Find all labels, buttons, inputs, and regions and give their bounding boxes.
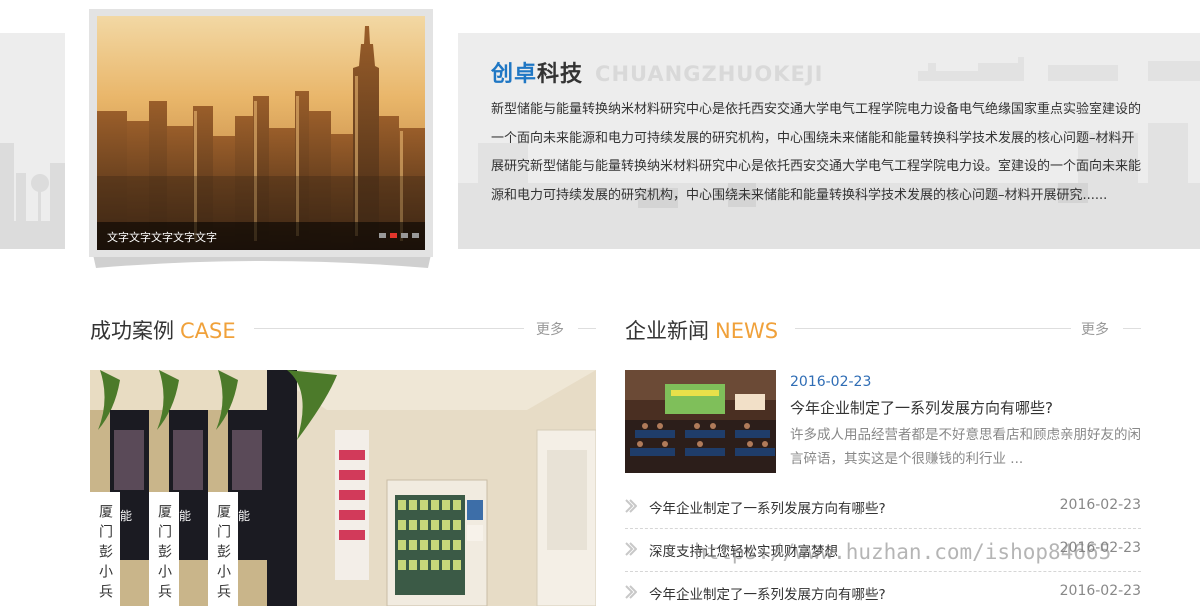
case-header-divider-end [578, 328, 596, 329]
featured-news-image[interactable] [625, 370, 776, 473]
news-list-item[interactable]: 今年企业制定了一系列发展方向有哪些? 2016-02-23 [625, 487, 1141, 529]
case-section-header: 成功案例 CASE 更多 [90, 315, 596, 345]
store-interior-photo [267, 370, 596, 606]
brand-name-part1: 创卓 [491, 62, 538, 87]
chevron-right-icon [625, 542, 637, 556]
banner-background-left [0, 33, 65, 249]
company-brand: 创卓科技 CHUANGZHUOKEJI [491, 56, 823, 88]
svg-text:能: 能 [179, 509, 191, 523]
featured-news-date: 2016-02-23 [790, 374, 872, 390]
slider-dot[interactable] [379, 233, 386, 238]
chevron-right-icon [625, 585, 637, 599]
brand-name-cn: 创卓科技 [491, 56, 583, 88]
chevron-right-icon [625, 499, 637, 513]
news-list-item[interactable]: 今年企业制定了一系列发展方向有哪些? 2016-02-23 [625, 573, 1141, 606]
featured-news-title[interactable]: 今年企业制定了一系列发展方向有哪些? [790, 397, 1053, 418]
case-strip[interactable]: 能 厦门彭小兵 [208, 370, 267, 606]
case-header-divider [254, 328, 524, 329]
about-text: 新型储能与能量转换纳米材料研究中心是依托西安交通大学电气工程学院电力设备电气绝缘… [491, 102, 1142, 203]
banner-slider[interactable]: 文字文字文字文字文字 [97, 16, 425, 250]
news-header-divider-end [1123, 328, 1141, 329]
case-strip-label: 厦门彭小兵 [149, 492, 179, 606]
case-title-cn: 成功案例 [90, 319, 174, 343]
svg-text:能: 能 [120, 509, 132, 523]
news-title-cn: 企业新闻 [625, 319, 709, 343]
slider-caption: 文字文字文字文字文字 [107, 231, 217, 244]
case-gallery: 能 厦门彭小兵 能 厦门彭小兵 能 厦门彭小兵 [90, 370, 596, 606]
skyline-illustration-left [0, 143, 65, 249]
slider-dot[interactable] [401, 233, 408, 238]
slider-pagination [379, 233, 419, 238]
case-more-link[interactable]: 更多 [536, 319, 564, 339]
slider-dot-active[interactable] [390, 233, 397, 238]
news-item-date: 2016-02-23 [1059, 497, 1141, 513]
news-section-title: 企业新闻 NEWS [625, 315, 778, 345]
case-strip[interactable]: 能 厦门彭小兵 [90, 370, 149, 606]
news-title-en: NEWS [715, 319, 779, 343]
conference-photo [625, 370, 776, 473]
case-main-photo[interactable] [267, 370, 596, 606]
case-title-en: CASE [180, 319, 236, 343]
brand-name-part2: 科技 [537, 62, 584, 87]
news-item-title: 今年企业制定了一系列发展方向有哪些? [649, 501, 886, 517]
svg-text:能: 能 [238, 509, 250, 523]
news-section-header: 企业新闻 NEWS 更多 [625, 315, 1141, 345]
slider-dot[interactable] [412, 233, 419, 238]
watermark-text: https://www.huzhan.com/ishop84665 [694, 540, 1112, 564]
news-header-divider [795, 328, 1071, 329]
slider-caption-bar: 文字文字文字文字文字 [97, 222, 425, 250]
case-section-title: 成功案例 CASE [90, 315, 236, 345]
news-item-title: 今年企业制定了一系列发展方向有哪些? [649, 587, 886, 603]
news-item-date: 2016-02-23 [1059, 583, 1141, 599]
case-strip[interactable]: 能 厦门彭小兵 [149, 370, 208, 606]
case-strip-label: 厦门彭小兵 [208, 492, 238, 606]
city-skyline-photo [97, 16, 425, 250]
featured-news-summary: 许多成人用品经营者都是不好意思看店和顾虑亲朋好友的闲言碎语，其实这是个很赚钱的利… [790, 427, 1141, 467]
brand-name-en: CHUANGZHUOKEJI [595, 62, 824, 86]
news-more-link[interactable]: 更多 [1081, 319, 1109, 339]
case-strip-label: 厦门彭小兵 [90, 492, 120, 606]
